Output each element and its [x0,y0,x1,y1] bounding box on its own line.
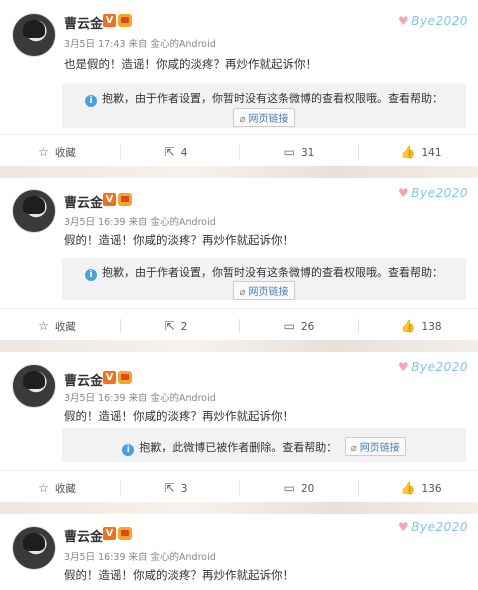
post-meta: 3月5日 16:39 来自 金心的Android [64,217,216,228]
link-icon: ⌀ [239,287,246,298]
info-icon: i [122,444,135,456]
like-button[interactable]: 👍 138 [371,309,471,340]
weibo-post: 曹云金 V ♥ Bye2020 3月5日 16:39 来自 金心的Android … [0,514,478,590]
repost-button[interactable]: ⇱ 4 [126,135,226,166]
verified-badge-icon: V [103,527,116,540]
avatar[interactable] [12,364,56,408]
post-meta: 3月5日 16:39 来自 金心的Android [64,393,216,404]
comment-icon: ▭ [283,145,295,159]
post-meta: 3月5日 17:43 来自 金心的Android [64,39,216,50]
post-text: 假的！造谣！你咸的淡疼？再炒作就起诉你！ [64,409,294,423]
repost-button[interactable]: ⇱ 3 [126,471,226,502]
post-separator [0,340,478,352]
favorite-button[interactable]: ☆ 收藏 [7,471,107,502]
link-icon: ⌀ [350,443,357,454]
author-name[interactable]: 曹云金 [64,370,103,389]
deleted-notice: i 抱歉，此微博已被作者删除。查看帮助： ⌀ 网页链接 [62,428,466,462]
comment-icon: ▭ [283,481,295,495]
notice-text: 抱歉，由于作者设置，你暂时没有这条微博的查看权限哦。查看帮助： [102,266,443,279]
favorite-button[interactable]: ☆ 收藏 [7,309,107,340]
comment-icon: ▭ [283,319,295,333]
comment-button[interactable]: ▭ 31 [249,135,349,166]
weibo-post: 曹云金 V ♥ Bye2020 3月5日 17:43 来自 金心的Android … [0,0,478,166]
post-separator [0,166,478,178]
post-text: 假的！造谣！你咸的淡疼？再炒作就起诉你！ [64,233,294,247]
avatar[interactable] [12,189,56,233]
action-bar: ☆ 收藏 ⇱ 3 ▭ 20 👍 136 [0,470,478,502]
restricted-notice: i 抱歉，由于作者设置，你暂时没有这条微博的查看权限哦。查看帮助： ⌀ 网页链接 [62,258,466,300]
like-button[interactable]: 👍 141 [371,135,471,166]
bye2020-watermark: ♥ Bye2020 [398,14,469,28]
avatar[interactable] [12,13,56,57]
verified-badge-icon: V [103,371,116,384]
web-link-button[interactable]: ⌀ 网页链接 [344,437,406,456]
like-button[interactable]: 👍 136 [371,471,471,502]
post-separator [0,502,478,514]
post-meta: 3月5日 16:39 来自 金心的Android [64,552,216,563]
share-icon: ⇱ [164,145,175,159]
action-bar: ☆ 收藏 ⇱ 2 ▭ 26 👍 138 [0,308,478,340]
notice-text: 抱歉，由于作者设置，你暂时没有这条微博的查看权限哦。查看帮助： [102,92,443,105]
author-name[interactable]: 曹云金 [64,526,103,545]
restricted-notice: i 抱歉，由于作者设置，你暂时没有这条微博的查看权限哦。查看帮助： ⌀ 网页链接 [62,83,466,128]
vip-crown-icon [118,193,132,206]
verified-badge-icon: V [103,14,116,27]
share-icon: ⇱ [164,319,175,333]
repost-button[interactable]: ⇱ 2 [126,309,226,340]
author-name[interactable]: 曹云金 [64,13,103,32]
action-bar: ☆ 收藏 ⇱ 4 ▭ 31 👍 141 [0,134,478,166]
comment-button[interactable]: ▭ 20 [249,471,349,502]
info-icon: i [85,95,97,107]
post-text: 假的！造谣！你咸的淡疼？再炒作就起诉你！ [64,568,294,582]
author-name[interactable]: 曹云金 [64,192,103,211]
vip-crown-icon [118,371,132,384]
star-icon: ☆ [38,481,49,495]
vip-crown-icon [118,14,132,27]
bye2020-watermark: ♥ Bye2020 [398,186,469,200]
link-icon: ⌀ [239,114,246,125]
thumbs-up-icon: 👍 [400,319,416,333]
web-link-button[interactable]: ⌀ 网页链接 [233,281,295,300]
comment-button[interactable]: ▭ 26 [249,309,349,340]
post-text: 也是假的！造谣！你咸的淡疼？再炒作就起诉你！ [64,57,317,71]
web-link-button[interactable]: ⌀ 网页链接 [233,108,295,127]
thumbs-up-icon: 👍 [400,145,416,159]
star-icon: ☆ [38,145,49,159]
bye2020-watermark: ♥ Bye2020 [398,520,469,534]
weibo-post: 曹云金 V ♥ Bye2020 3月5日 16:39 来自 金心的Android … [0,352,478,502]
favorite-button[interactable]: ☆ 收藏 [7,135,107,166]
vip-crown-icon [118,527,132,540]
verified-badge-icon: V [103,193,116,206]
notice-text: 抱歉，此微博已被作者删除。查看帮助： [139,441,338,454]
thumbs-up-icon: 👍 [400,481,416,495]
bye2020-watermark: ♥ Bye2020 [398,360,469,374]
avatar[interactable] [12,526,56,570]
star-icon: ☆ [38,319,49,333]
weibo-post: 曹云金 V ♥ Bye2020 3月5日 16:39 来自 金心的Android … [0,178,478,340]
info-icon: i [85,269,97,281]
share-icon: ⇱ [164,481,175,495]
